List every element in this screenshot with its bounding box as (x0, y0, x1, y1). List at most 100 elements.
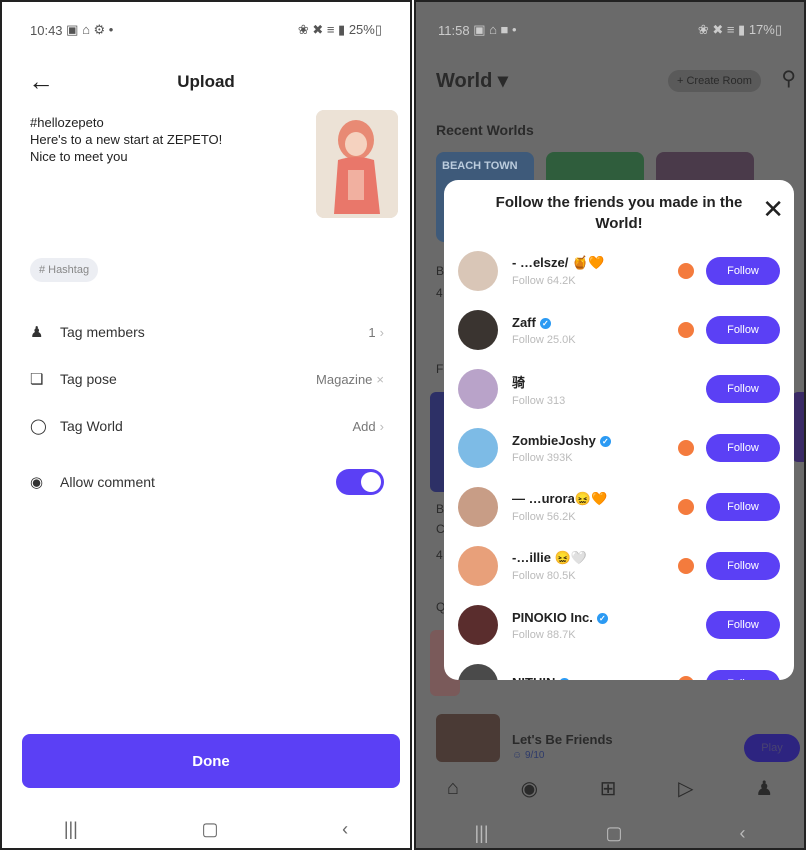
friend-name: PINOKIO Inc. ✓ (512, 610, 608, 625)
friend-avatar[interactable] (458, 310, 498, 350)
create-room-button[interactable]: + Create Room (668, 70, 761, 92)
caption-line: #hellozepeto (30, 115, 104, 130)
friend-row[interactable]: NITHIN✓ Follow (458, 655, 780, 680)
room-thumbnail[interactable] (436, 714, 500, 762)
friend-info: Zaff ✓ Follow 25.0K (512, 315, 576, 346)
follow-button[interactable]: Follow (706, 434, 780, 462)
friend-row[interactable]: -…illie 😖🤍 Follow 80.5K Follow (458, 537, 780, 595)
recents-icon[interactable]: ||| (474, 823, 488, 844)
create-tab-icon[interactable]: ⊞ (600, 776, 617, 801)
friend-follower-count: Follow 56.2K (512, 511, 576, 523)
friend-avatar[interactable] (458, 428, 498, 468)
toggle-knob (361, 472, 381, 492)
tag-members-value: 1 › (368, 324, 384, 340)
tag-members-row[interactable]: ♟ Tag members 1 › (30, 312, 384, 352)
search-icon[interactable]: ⚲ (781, 66, 796, 91)
online-status-dot (678, 322, 694, 338)
friend-row[interactable]: Zaff ✓ Follow 25.0K Follow (458, 301, 780, 359)
background-room-card (792, 392, 804, 462)
play-button[interactable]: Play (744, 734, 800, 762)
bg-text: 4 (436, 548, 443, 562)
recents-icon[interactable]: ||| (64, 819, 78, 840)
tag-pose-row[interactable]: ❏ Tag pose Magazine × (30, 359, 384, 399)
back-icon[interactable]: ‹ (342, 819, 348, 840)
home-tab-icon[interactable]: ⌂ (447, 777, 459, 800)
online-status-dot (678, 263, 694, 279)
feed-tab-icon[interactable]: ▷ (678, 776, 693, 801)
avatar-figure-image (316, 110, 398, 218)
world-dropdown[interactable]: World ▾ (436, 68, 508, 93)
follow-button[interactable]: Follow (706, 316, 780, 344)
post-thumbnail[interactable] (316, 110, 398, 218)
friend-avatar[interactable] (458, 251, 498, 291)
friend-follower-count: Follow 25.0K (512, 333, 576, 346)
page-title: Upload (177, 72, 235, 91)
follow-button[interactable]: Follow (706, 257, 780, 285)
modal-title: Follow the friends you made in the World… (495, 194, 743, 232)
pose-icon: ❏ (30, 371, 44, 388)
tag-pose-value: Magazine × (316, 371, 384, 387)
back-icon[interactable]: ‹ (740, 823, 746, 844)
friend-info: 骑 Follow 313 (512, 372, 565, 407)
status-icons: ▣ ⌂ ■ • (473, 22, 517, 37)
follow-button[interactable]: Follow (706, 375, 780, 403)
upload-screen: 10:43 ▣ ⌂ ⚙ • ❀ ✖ ≡ ▮ 25%▯ ← Upload #hel… (0, 0, 412, 850)
friend-avatar[interactable] (458, 487, 498, 527)
friend-avatar[interactable] (458, 369, 498, 409)
friend-row[interactable]: - …elsze/ 🍯🧡 Follow 64.2K Follow (458, 242, 780, 300)
friend-name: ZombieJoshy ✓ (512, 433, 611, 448)
home-icon[interactable]: ▢ (201, 819, 218, 840)
verified-badge-icon: ✓ (599, 435, 611, 447)
tag-world-row[interactable]: ◯ Tag World Add › (30, 406, 384, 446)
friend-name: - …elsze/ 🍯🧡 (512, 255, 605, 270)
friend-avatar[interactable] (458, 664, 498, 680)
friend-row[interactable]: ZombieJoshy ✓ Follow 393K Follow (458, 419, 780, 477)
follow-friends-modal: Follow the friends you made in the World… (444, 180, 794, 680)
friend-info: ZombieJoshy ✓ Follow 393K (512, 433, 611, 464)
android-nav-bar: ||| ▢ ‹ (416, 818, 804, 848)
close-icon[interactable]: ✕ (762, 196, 784, 222)
recent-card-title: BEACH TOWN (442, 160, 518, 172)
world-screen: 11:58 ▣ ⌂ ■ • ❀ ✖ ≡ ▮ 17%▯ World ▾ + Cre… (414, 0, 806, 850)
profile-tab-icon[interactable]: ♟ (755, 776, 773, 801)
home-icon[interactable]: ▢ (606, 823, 623, 844)
friend-avatar[interactable] (458, 546, 498, 586)
hashtag-chip[interactable]: # Hashtag (30, 258, 99, 282)
online-status-dot (678, 676, 694, 680)
post-caption[interactable]: #hellozepeto Here's to a new start at ZE… (30, 114, 222, 165)
bottom-tab-bar: ⌂ ◉ ⊞ ▷ ♟ (416, 768, 804, 808)
caption-line: Nice to meet you (30, 149, 128, 164)
bg-text: B (436, 264, 445, 278)
follow-button[interactable]: Follow (706, 493, 780, 521)
follow-button[interactable]: Follow (706, 670, 780, 680)
chevron-right-icon: › (379, 324, 384, 340)
tag-world-value: Add › (352, 418, 384, 434)
friend-follower-count: Follow 80.5K (512, 570, 576, 582)
done-button[interactable]: Done (22, 734, 400, 788)
world-tab-icon[interactable]: ◉ (521, 776, 538, 801)
room-name: Let's Be Friends (512, 732, 613, 747)
friend-avatar[interactable] (458, 605, 498, 645)
tag-members-label: Tag members (60, 324, 145, 340)
friend-row[interactable]: — …urora😖🧡 Follow 56.2K Follow (458, 478, 780, 536)
online-status-dot (678, 499, 694, 515)
recent-worlds-heading: Recent Worlds (436, 122, 534, 138)
hashtag-chip-label: Hashtag (48, 264, 90, 276)
follow-button[interactable]: Follow (706, 611, 780, 639)
status-battery: ❀ ✖ ≡ ▮ 25%▯ (297, 22, 382, 37)
follow-button[interactable]: Follow (706, 552, 780, 580)
online-status-dot (678, 558, 694, 574)
friend-name: NITHIN✓ (512, 675, 571, 680)
allow-comment-label: Allow comment (60, 474, 155, 490)
verified-badge-icon: ✓ (539, 317, 551, 329)
clear-x-icon[interactable]: × (376, 372, 384, 387)
friend-row[interactable]: PINOKIO Inc. ✓ Follow 88.7K Follow (458, 596, 780, 654)
friend-row[interactable]: 骑 Follow 313 Follow (458, 360, 780, 418)
chevron-right-icon: › (379, 418, 384, 434)
planet-icon: ◯ (30, 418, 47, 435)
allow-comment-toggle[interactable] (336, 469, 384, 495)
room-member-count: ☺ 9/10 (512, 750, 545, 761)
status-icons: ▣ ⌂ ⚙ • (66, 22, 114, 37)
bg-text: F (436, 362, 444, 376)
friend-name: -…illie 😖🤍 (512, 550, 587, 565)
